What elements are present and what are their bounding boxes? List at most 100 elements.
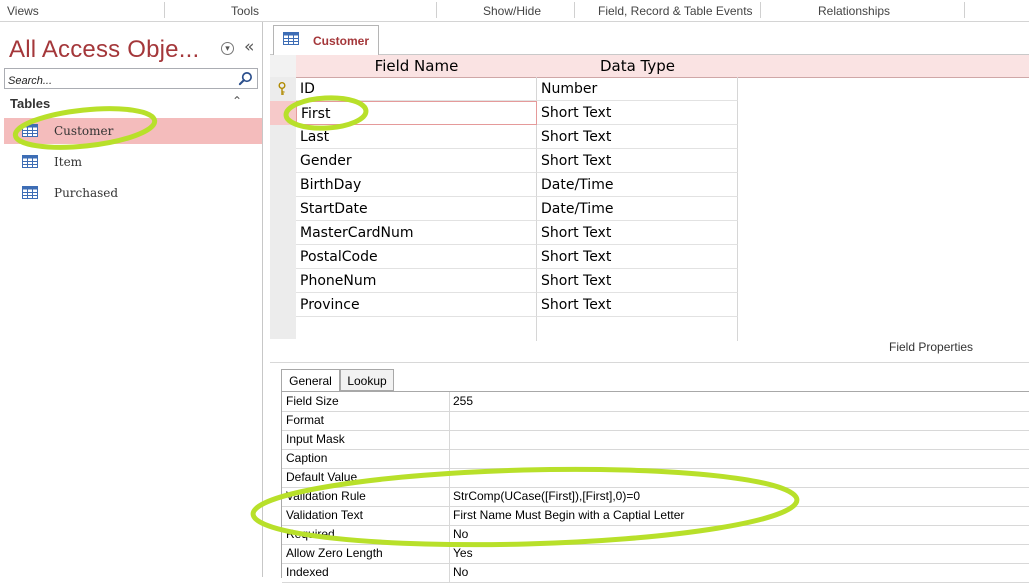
table-icon <box>283 32 299 45</box>
nav-group-header-tables[interactable]: Tables ⌃ <box>0 92 255 112</box>
data-type-cell[interactable]: Short Text <box>537 101 738 125</box>
property-row-indexed[interactable]: Indexed No <box>282 563 1029 583</box>
property-value[interactable] <box>450 468 1029 487</box>
property-value[interactable] <box>450 430 1029 449</box>
ribbon-group-show-hide: Show/Hide <box>483 4 542 18</box>
property-row-validation-text[interactable]: Validation Text First Name Must Begin wi… <box>282 506 1029 526</box>
data-type-cell[interactable]: Number <box>537 77 738 101</box>
property-value[interactable]: StrComp(UCase([First]),[First],0)=0 <box>450 487 1029 506</box>
property-name: Default Value <box>282 468 450 487</box>
property-name: Validation Rule <box>282 487 450 506</box>
row-selector[interactable] <box>270 245 296 270</box>
row-selector[interactable] <box>270 293 296 318</box>
property-name: Input Mask <box>282 430 450 449</box>
row-selector[interactable] <box>270 77 296 102</box>
property-name: Validation Text <box>282 506 450 525</box>
property-value[interactable] <box>450 411 1029 430</box>
property-row-field-size[interactable]: Field Size 255 <box>282 392 1029 412</box>
data-type-cell[interactable]: Date/Time <box>537 173 738 197</box>
data-type-cell[interactable]: Short Text <box>537 269 738 293</box>
ribbon: Views Tools Show/Hide Field, Record & Ta… <box>0 0 1029 22</box>
row-selector[interactable] <box>270 173 296 198</box>
key-icon <box>278 82 286 95</box>
column-header-data-type: Data Type <box>537 55 739 78</box>
row-selector[interactable] <box>270 221 296 246</box>
data-type-cell[interactable]: Short Text <box>537 125 738 149</box>
table-icon <box>22 124 38 137</box>
nav-item-label: Item <box>54 155 83 169</box>
property-row-caption[interactable]: Caption <box>282 449 1029 469</box>
field-properties-caption: Field Properties <box>889 340 974 354</box>
row-selector[interactable] <box>270 269 296 294</box>
data-type-cell-empty[interactable] <box>537 317 738 341</box>
collapse-group-icon[interactable]: ⌃ <box>232 94 242 108</box>
field-properties-table: Field Size 255 Format Input Mask Caption… <box>281 391 1029 583</box>
ribbon-group-tools: Tools <box>231 4 260 18</box>
row-selector[interactable] <box>270 125 296 150</box>
ribbon-group-field-record-events: Field, Record & Table Events <box>598 4 753 18</box>
search-input[interactable] <box>5 72 233 90</box>
ribbon-group-relationships: Relationships <box>818 4 891 18</box>
ribbon-separator <box>760 2 761 18</box>
property-name: Field Size <box>282 392 450 411</box>
field-name-cell-empty[interactable] <box>296 317 537 341</box>
field-name-cell[interactable]: Province <box>296 293 537 317</box>
search-icon[interactable] <box>238 71 253 86</box>
nav-group-label: Tables <box>10 96 51 111</box>
tab-label: Customer <box>313 34 370 48</box>
nav-item-item[interactable]: Item <box>4 149 262 175</box>
property-value[interactable]: 255 <box>450 392 1029 411</box>
document-tab-strip: Customer <box>270 22 1029 56</box>
divider <box>270 362 1029 363</box>
column-header-description <box>738 55 1029 78</box>
property-name: Caption <box>282 449 450 468</box>
field-name-cell-active[interactable]: First <box>296 101 537 125</box>
property-value[interactable]: First Name Must Begin with a Captial Let… <box>450 506 1029 525</box>
field-name-cell[interactable]: PostalCode <box>296 245 537 269</box>
collapse-icon[interactable]: « <box>244 37 254 57</box>
property-value[interactable] <box>450 449 1029 468</box>
data-type-cell[interactable]: Date/Time <box>537 197 738 221</box>
chevron-down-icon[interactable]: ▾ <box>221 42 234 55</box>
data-type-cell[interactable]: Short Text <box>537 149 738 173</box>
tab-lookup[interactable]: Lookup <box>340 369 394 391</box>
data-type-cell[interactable]: Short Text <box>537 245 738 269</box>
property-row-input-mask[interactable]: Input Mask <box>282 430 1029 450</box>
data-type-cell[interactable]: Short Text <box>537 221 738 245</box>
field-name-cell[interactable]: StartDate <box>296 197 537 221</box>
nav-item-customer[interactable]: Customer <box>4 118 262 144</box>
navigation-pane: All Access Obje... ▾ « Tables ⌃ Customer <box>0 22 263 577</box>
property-row-format[interactable]: Format <box>282 411 1029 431</box>
row-selector[interactable] <box>270 197 296 222</box>
property-value[interactable]: Yes <box>450 544 1029 563</box>
property-value[interactable]: No <box>450 563 1029 582</box>
row-selector[interactable] <box>270 101 296 126</box>
property-value[interactable]: No <box>450 525 1029 544</box>
row-selector[interactable] <box>270 317 296 339</box>
property-row-default-value[interactable]: Default Value <box>282 468 1029 488</box>
search-box <box>4 68 258 90</box>
property-row-validation-rule[interactable]: Validation Rule StrComp(UCase([First]),[… <box>282 487 1029 507</box>
field-name-cell[interactable]: BirthDay <box>296 173 537 197</box>
row-selector[interactable] <box>270 149 296 174</box>
tab-general[interactable]: General <box>281 369 340 392</box>
property-row-required[interactable]: Required No <box>282 525 1029 545</box>
tab-customer[interactable]: Customer <box>273 25 379 56</box>
table-design-grid: Field Name Data Type ID Number First Sho… <box>270 55 1029 341</box>
ribbon-group-views: Views <box>7 4 39 18</box>
ribbon-separator <box>964 2 965 18</box>
property-row-allow-zero-length[interactable]: Allow Zero Length Yes <box>282 544 1029 564</box>
column-header-field-name: Field Name <box>296 55 538 78</box>
field-name-cell[interactable]: PhoneNum <box>296 269 537 293</box>
nav-pane-title[interactable]: All Access Obje... <box>9 36 199 64</box>
table-icon <box>22 155 38 168</box>
field-name-cell[interactable]: ID <box>296 77 537 101</box>
nav-item-label: Customer <box>54 124 114 138</box>
field-name-cell[interactable]: Gender <box>296 149 537 173</box>
nav-item-purchased[interactable]: Purchased <box>4 180 262 206</box>
select-all-corner[interactable] <box>270 55 297 78</box>
data-type-cell[interactable]: Short Text <box>537 293 738 317</box>
field-name-cell[interactable]: Last <box>296 125 537 149</box>
field-name-cell[interactable]: MasterCardNum <box>296 221 537 245</box>
ribbon-separator <box>436 2 437 18</box>
